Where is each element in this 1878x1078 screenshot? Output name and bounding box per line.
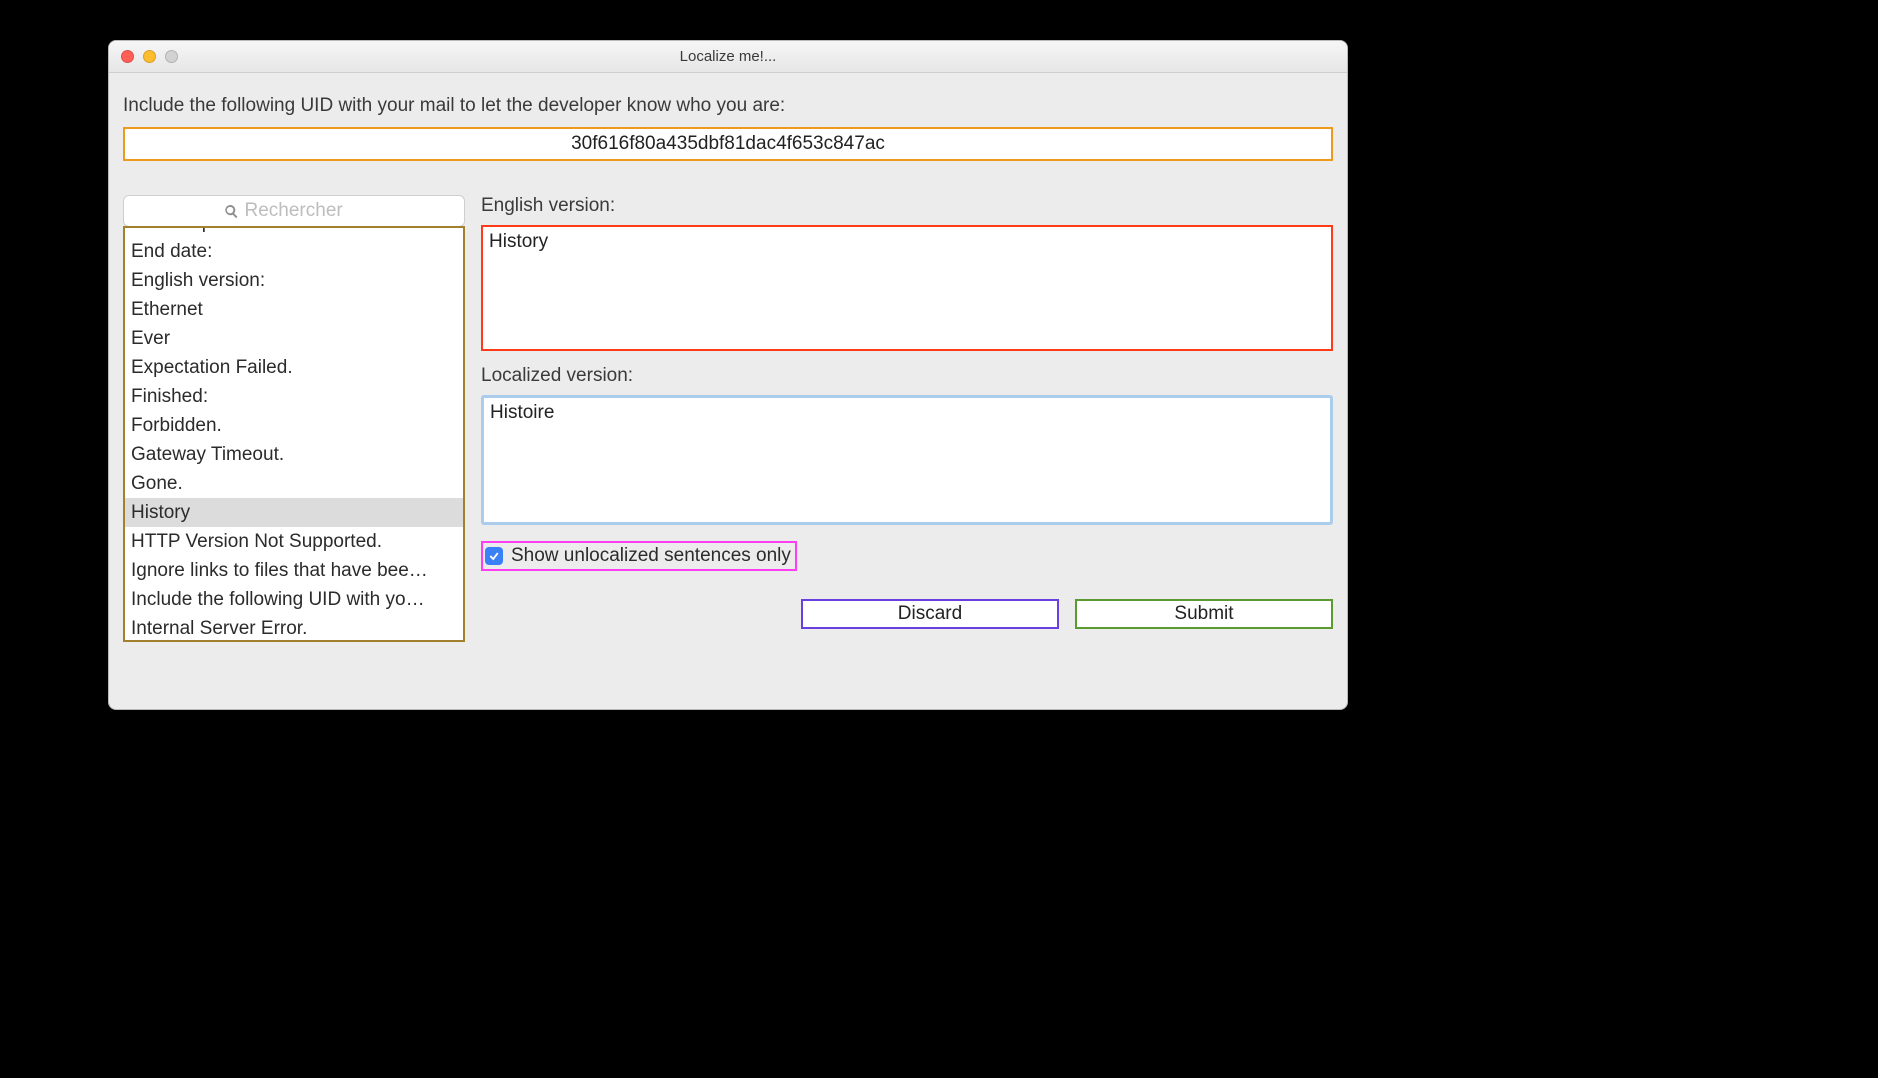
unlocalized-only-checkbox[interactable]: Show unlocalized sentences only [481, 541, 797, 571]
localized-version-field[interactable]: Histoire [481, 395, 1333, 525]
window-title: Localize me!... [109, 48, 1347, 65]
list-item[interactable]: Gone. [125, 469, 463, 498]
list-item[interactable]: Ethernet [125, 295, 463, 324]
titlebar: Localize me!... [109, 41, 1347, 73]
discard-button-label: Discard [898, 603, 962, 625]
window-content: Include the following UID with your mail… [109, 73, 1347, 656]
uid-value: 30f616f80a435dbf81dac4f653c847ac [571, 133, 885, 155]
list-item[interactable]: Finished: [125, 382, 463, 411]
list-item[interactable]: Edit Script [125, 226, 463, 237]
list-item[interactable]: English version: [125, 266, 463, 295]
list-item[interactable]: History [125, 498, 463, 527]
search-input[interactable] [245, 200, 365, 222]
uid-field[interactable]: 30f616f80a435dbf81dac4f653c847ac [123, 127, 1333, 161]
localized-version-value: Histoire [490, 402, 554, 423]
english-version-value: History [489, 231, 548, 252]
list-item[interactable]: Ever [125, 324, 463, 353]
list-item[interactable]: Expectation Failed. [125, 353, 463, 382]
list-item[interactable]: End date: [125, 237, 463, 266]
uid-instruction-label: Include the following UID with your mail… [123, 95, 1333, 117]
list-item[interactable]: Gateway Timeout. [125, 440, 463, 469]
localize-window: Localize me!... Include the following UI… [108, 40, 1348, 710]
list-item[interactable]: HTTP Version Not Supported. [125, 527, 463, 556]
discard-button[interactable]: Discard [801, 599, 1059, 629]
checkbox-label: Show unlocalized sentences only [511, 545, 791, 567]
english-version-field[interactable]: History [481, 225, 1333, 351]
search-icon [224, 204, 239, 219]
list-item[interactable]: Ignore links to files that have bee… [125, 556, 463, 585]
search-field[interactable] [123, 195, 465, 227]
sentence-list[interactable]: Edit ScriptEnd date:English version:Ethe… [123, 226, 465, 642]
localized-version-label: Localized version: [481, 365, 1333, 387]
list-item[interactable]: Forbidden. [125, 411, 463, 440]
submit-button[interactable]: Submit [1075, 599, 1333, 629]
checkbox-icon [485, 547, 503, 565]
list-item[interactable]: Internal Server Error. [125, 614, 463, 642]
english-version-label: English version: [481, 195, 1333, 217]
submit-button-label: Submit [1174, 603, 1233, 625]
list-item[interactable]: Include the following UID with yo… [125, 585, 463, 614]
